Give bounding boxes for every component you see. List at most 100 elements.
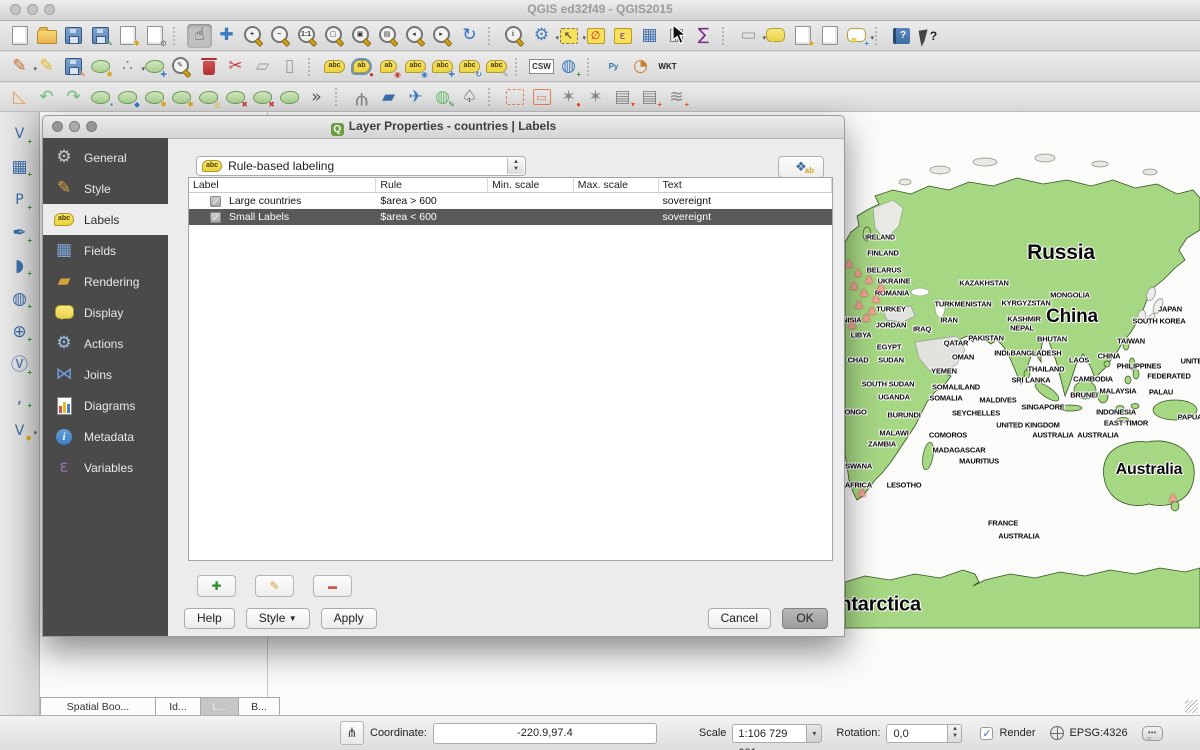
show-bookmarks-button[interactable] xyxy=(817,24,842,48)
add-rule-button[interactable]: ✚ xyxy=(197,575,236,597)
add-delimited-text-layer-button[interactable]: ,+ xyxy=(7,386,32,410)
sidebar-item-labels[interactable]: abcLabels xyxy=(43,204,168,235)
reshape-features-button[interactable] xyxy=(277,85,302,109)
sidebar-item-joins[interactable]: ⋈Joins xyxy=(43,359,168,390)
add-mssql-layer-button[interactable]: ◗+ xyxy=(7,254,32,278)
add-wcs-layer-button[interactable]: Ⓥ+ xyxy=(7,353,32,377)
sidebar-item-general[interactable]: ⚙General xyxy=(43,142,168,173)
sidebar-item-variables[interactable]: εVariables xyxy=(43,452,168,483)
sidebar-item-display[interactable]: Display xyxy=(43,297,168,328)
layers-add-button[interactable]: ≋+ xyxy=(664,85,689,109)
zoom-last-button[interactable]: ◂ xyxy=(403,24,428,48)
help-contents-button[interactable]: ? xyxy=(889,24,914,48)
select-by-expression-button[interactable]: ε xyxy=(610,24,635,48)
panel-tab-id[interactable]: Id... xyxy=(155,697,200,716)
window-titlebar[interactable]: QGIS ed32f49 - QGIS2015 xyxy=(0,0,1200,21)
apply-button[interactable]: Apply xyxy=(321,608,377,629)
delete-ring-button[interactable]: ✖ xyxy=(223,85,248,109)
style-palette-button[interactable]: ◔ xyxy=(628,55,653,79)
save-layer-edits-button[interactable]: ✎ xyxy=(61,55,86,79)
save-project-as-button[interactable]: ✎ xyxy=(88,24,113,48)
text-annotation-button[interactable]: +▾ xyxy=(844,24,869,48)
remove-rule-button[interactable]: ▬ xyxy=(313,575,352,597)
add-part-button[interactable]: ✱ xyxy=(169,85,194,109)
add-oracle-layer-button[interactable]: ◍+ xyxy=(7,287,32,311)
help-button[interactable]: Help xyxy=(184,608,235,629)
panel-tab-spatialboo[interactable]: Spatial Boo... xyxy=(40,697,155,716)
cancel-button[interactable]: Cancel xyxy=(708,608,771,629)
toggle-editing-button[interactable]: ✎ xyxy=(34,55,59,79)
messages-button[interactable]: ••• xyxy=(1142,726,1163,741)
measure-button[interactable]: ▭▾ xyxy=(736,24,761,48)
save-project-button[interactable] xyxy=(61,24,86,48)
resize-grip[interactable] xyxy=(1185,700,1198,713)
new-bookmark-button[interactable]: ★ xyxy=(790,24,815,48)
scale-combo[interactable]: 1:106 729 001 ▾ xyxy=(732,724,822,743)
globe-edit-button[interactable]: ◍✎ xyxy=(430,85,455,109)
add-raster-layer-button[interactable]: ▦+ xyxy=(7,155,32,179)
deselect-features-button[interactable]: ∅ xyxy=(583,24,608,48)
fill-ring-button[interactable]: ◎ xyxy=(196,85,221,109)
pan-map-button[interactable]: ☝ xyxy=(187,24,212,48)
open-attribute-table-button[interactable]: ▦ xyxy=(637,24,662,48)
add-web-service-button[interactable]: ◍+ xyxy=(556,55,581,79)
pan-to-selection-button[interactable]: ✚ xyxy=(214,24,239,48)
tracking-icon-button[interactable]: ⋔ xyxy=(340,721,364,745)
add-vector-layer-button[interactable]: V+ xyxy=(7,122,32,146)
labeling-button[interactable]: ab● xyxy=(349,55,374,79)
zoom-out-button[interactable]: − xyxy=(268,24,293,48)
extent-select-button[interactable] xyxy=(502,85,527,109)
select-features-button[interactable]: ↖▾ xyxy=(556,24,581,48)
scale-dropdown-icon[interactable]: ▾ xyxy=(806,724,822,743)
open-project-button[interactable] xyxy=(34,24,59,48)
map-tips-button[interactable] xyxy=(763,24,788,48)
toolbar-overflow-chevron[interactable]: » xyxy=(304,85,329,109)
move-feature-button[interactable]: ✚ xyxy=(142,55,167,79)
composer-manager-button[interactable]: ⚙ xyxy=(142,24,167,48)
python-console-button[interactable]: Py xyxy=(601,55,626,79)
sidebar-item-style[interactable]: ✎Style xyxy=(43,173,168,204)
offset-curve-button[interactable]: ✎ xyxy=(169,55,194,79)
new-project-button[interactable] xyxy=(7,24,32,48)
sidebar-item-rendering[interactable]: ▰Rendering xyxy=(43,266,168,297)
rotation-stepper-icon[interactable]: ▲▼ xyxy=(948,724,962,743)
sidebar-item-actions[interactable]: ⚙Actions xyxy=(43,328,168,359)
automated-placement-button[interactable]: ❖ ab xyxy=(778,156,824,178)
current-edits-button[interactable]: ✎▾ xyxy=(7,55,32,79)
rotate-label-button[interactable]: abc↻ xyxy=(457,55,482,79)
refresh-button[interactable]: ↻ xyxy=(457,24,482,48)
rotation-spinbox[interactable]: 0,0 ▲▼ xyxy=(886,724,962,743)
copy-features-button[interactable]: ▱ xyxy=(250,55,275,79)
ok-button[interactable]: OK xyxy=(782,608,828,629)
rule-row[interactable]: ✓Large countries$area > 600sovereignt xyxy=(189,193,832,209)
zoom-native-button[interactable]: 1:1 xyxy=(295,24,320,48)
cad-tools-button[interactable]: ◺ xyxy=(7,85,32,109)
zoom-next-button[interactable]: ▸ xyxy=(430,24,455,48)
add-feature-button[interactable]: ✱ xyxy=(88,55,113,79)
rule-checkbox[interactable]: ✓ xyxy=(210,196,221,207)
rocket-button[interactable]: ✈ xyxy=(403,85,428,109)
sidebar-item-fields[interactable]: ▦Fields xyxy=(43,235,168,266)
layer-labeling-options-button[interactable]: abc xyxy=(322,55,347,79)
rotate-feature-button[interactable]: ▪ xyxy=(88,85,113,109)
mapbook-add-button[interactable]: ▤+ xyxy=(637,85,662,109)
delete-selected-button[interactable] xyxy=(196,55,221,79)
move-label-button[interactable]: abc✚ xyxy=(430,55,455,79)
extent-frame-button[interactable]: ▭ xyxy=(529,85,554,109)
identify-features-button[interactable]: i xyxy=(502,24,527,48)
whats-this-button[interactable]: ? xyxy=(916,24,941,48)
wand-button[interactable]: ✶ xyxy=(583,85,608,109)
rule-checkbox[interactable]: ✓ xyxy=(210,212,221,223)
cut-features-button[interactable]: ✂ xyxy=(223,55,248,79)
new-shapefile-layer-button[interactable]: V✱▾ xyxy=(7,419,32,443)
metasearch-csw-button[interactable]: CSW xyxy=(529,55,554,79)
merge-features-button[interactable]: ▰ xyxy=(376,85,401,109)
new-composer-button[interactable]: ✱ xyxy=(115,24,140,48)
redo-button[interactable]: ↷ xyxy=(61,85,86,109)
sidebar-item-diagrams[interactable]: Diagrams xyxy=(43,390,168,421)
zoom-to-selection-button[interactable]: ▣ xyxy=(349,24,374,48)
statistical-summary-button[interactable]: ▥ xyxy=(664,24,689,48)
spade-button[interactable]: ♤ xyxy=(457,85,482,109)
undo-button[interactable]: ↶ xyxy=(34,85,59,109)
paste-features-button[interactable]: ▯ xyxy=(277,55,302,79)
